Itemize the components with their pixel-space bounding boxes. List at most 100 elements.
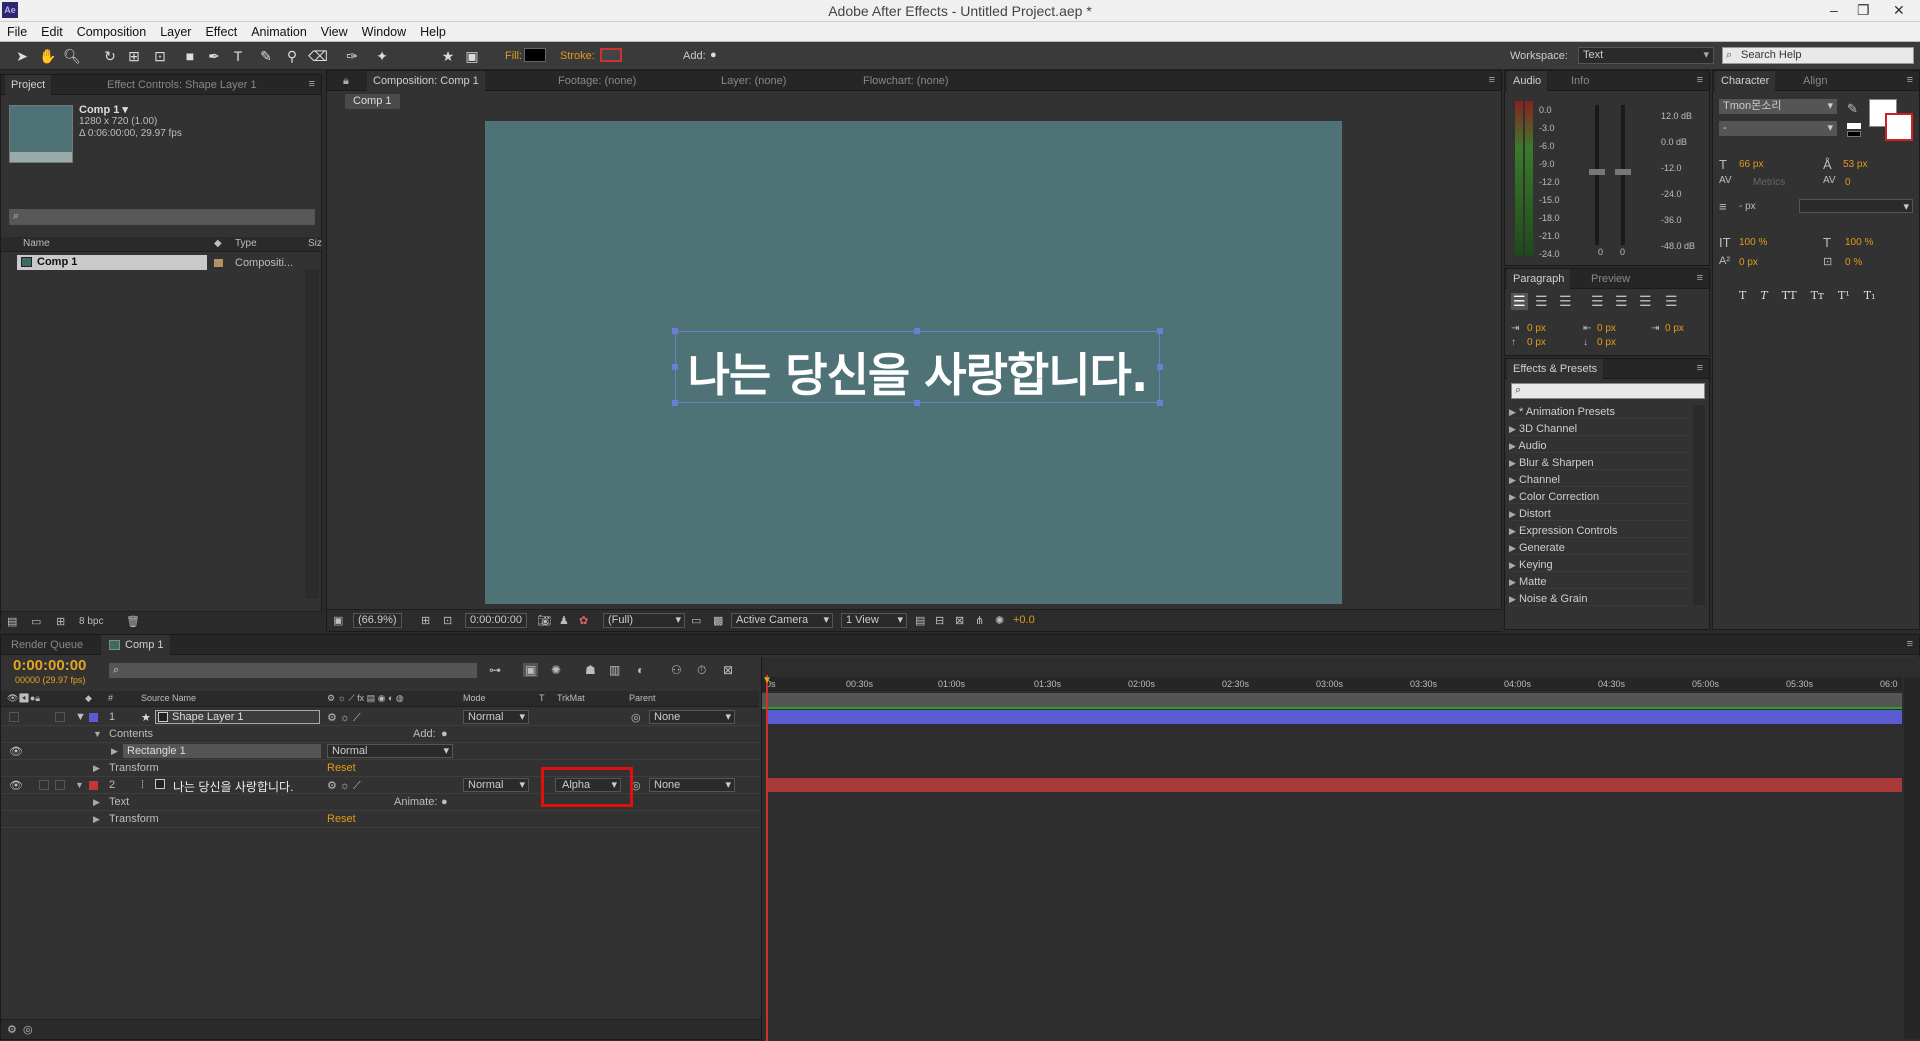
layer-1-duration-bar[interactable]	[766, 710, 1902, 724]
col-number[interactable]: #	[108, 693, 113, 703]
mask-visibility-icon[interactable]: ⊡	[443, 614, 452, 627]
menu-layer[interactable]: Layer	[153, 22, 198, 42]
reset-link[interactable]: Reset	[327, 762, 356, 774]
panel-menu-icon[interactable]: ≡	[1907, 74, 1913, 86]
effects-item[interactable]: ▶ Color Correction	[1509, 490, 1689, 504]
effects-item[interactable]: ▶ * Animation Presets	[1509, 405, 1689, 419]
subscript-button[interactable]: T₁	[1864, 289, 1876, 302]
label-swatch[interactable]	[89, 713, 98, 722]
exposure-icon[interactable]: ✺	[995, 614, 1004, 627]
menu-help[interactable]: Help	[413, 22, 453, 42]
always-preview-icon[interactable]: ▣	[333, 614, 343, 627]
tab-preview[interactable]: Preview	[1585, 269, 1636, 289]
panel-menu-icon[interactable]: ≡	[309, 78, 315, 90]
stroke-swatch[interactable]	[600, 48, 622, 62]
rectangle-name[interactable]: Rectangle 1	[123, 744, 321, 758]
indent-first-value[interactable]: 0 px	[1665, 323, 1684, 334]
playhead-icon[interactable]: ▼	[762, 675, 772, 686]
hide-shy-layers-icon[interactable]: ☗	[585, 663, 596, 677]
audio-slider-left[interactable]	[1595, 105, 1599, 245]
black-swatch[interactable]	[1847, 131, 1861, 137]
brainstorm-icon[interactable]: ⚇	[671, 663, 682, 677]
video-toggle[interactable]	[9, 712, 19, 722]
toggle-pixel-aspect-icon[interactable]: ▤	[915, 614, 925, 627]
effects-item[interactable]: ▶ Generate	[1509, 541, 1689, 555]
exposure-value[interactable]: +0.0	[1013, 614, 1035, 626]
project-search-input[interactable]: ⌕	[9, 209, 315, 225]
expand-icon[interactable]: ▼	[75, 711, 86, 723]
effects-item[interactable]: ▶ 3D Channel	[1509, 422, 1689, 436]
camera-tool-icon[interactable]: ⊞	[124, 46, 144, 66]
rectangle-tool-icon[interactable]: ■	[180, 46, 200, 66]
rotate-tool-icon[interactable]: ↻	[100, 46, 120, 66]
motion-blur-icon[interactable]: ◐	[637, 663, 644, 677]
av-features-icon[interactable]: 👁︎◀︎●🔒︎	[7, 693, 40, 704]
effects-item[interactable]: ▶ Matte	[1509, 575, 1689, 589]
zoom-select[interactable]: (66.9%)	[353, 613, 402, 628]
audio-slider-right[interactable]	[1621, 105, 1625, 245]
timeline-scrollbar[interactable]	[1904, 677, 1920, 1039]
font-size-value[interactable]: 66 px	[1739, 159, 1763, 170]
live-update-icon[interactable]: ▣	[523, 663, 539, 677]
region-of-interest-icon[interactable]: ▭	[691, 614, 701, 627]
panel-menu-icon[interactable]: ≡	[1697, 362, 1703, 374]
leading-value[interactable]: 53 px	[1843, 159, 1867, 170]
col-size[interactable]: Siz	[308, 238, 322, 249]
tab-effects-presets[interactable]: Effects & Presets	[1507, 359, 1604, 379]
stroke-width-value[interactable]: - px	[1739, 201, 1756, 212]
tab-character[interactable]: Character	[1715, 71, 1776, 91]
transparency-grid-icon[interactable]: ▩	[713, 614, 723, 627]
mode-select[interactable]: Normal ▾	[463, 778, 529, 792]
baseline-shift-value[interactable]: 0 px	[1739, 257, 1758, 268]
new-folder-icon[interactable]: ▭	[31, 615, 41, 628]
layer-2-duration-bar[interactable]	[766, 778, 1902, 792]
parent-select[interactable]: None ▾	[649, 778, 735, 792]
eye-icon[interactable]: 👁︎	[9, 745, 23, 758]
brush-tool-icon[interactable]: ✎	[256, 46, 276, 66]
faux-italic-button[interactable]: T	[1760, 289, 1767, 302]
new-comp-icon[interactable]: ⊞	[56, 615, 65, 628]
slider-thumb[interactable]	[1589, 169, 1605, 175]
selection-tool-icon[interactable]: ➤	[12, 46, 32, 66]
effects-item[interactable]: ▶ Audio	[1509, 439, 1689, 453]
pan-behind-tool-icon[interactable]: ⊡	[150, 46, 170, 66]
slider-thumb[interactable]	[1615, 169, 1631, 175]
resolution-select[interactable]: (Full) ▾	[603, 613, 685, 628]
space-after-value[interactable]: 0 px	[1597, 337, 1616, 348]
effects-scrollbar[interactable]	[1693, 405, 1705, 605]
frame-blending-icon[interactable]: ▥	[609, 663, 620, 677]
comp-mini-flowchart-icon[interactable]: ⊶	[489, 663, 501, 677]
align-left-icon[interactable]: ☰	[1511, 293, 1528, 310]
search-help-input[interactable]: ⌕ Search Help	[1722, 47, 1914, 64]
layer-switches-icon[interactable]: ⚙ ☼ ⟋	[327, 711, 361, 725]
label-icon[interactable]: ◆	[214, 238, 222, 249]
bpc-label[interactable]: 8 bpc	[79, 616, 103, 627]
font-style-select[interactable]: - ▾	[1719, 121, 1837, 136]
eyedropper-icon[interactable]: ✎	[1847, 101, 1858, 117]
panel-menu-icon[interactable]: ≡	[1489, 74, 1495, 86]
align-right-icon[interactable]: ☰	[1559, 293, 1572, 310]
reset-link[interactable]: Reset	[327, 813, 356, 825]
view-layout-select[interactable]: 1 View ▾	[841, 613, 907, 628]
justify-all-icon[interactable]: ☰	[1665, 293, 1678, 310]
expand-icon[interactable]: ▼	[93, 729, 102, 739]
handle[interactable]	[672, 328, 678, 334]
faux-bold-button[interactable]: T	[1739, 289, 1746, 302]
space-before-value[interactable]: 0 px	[1527, 337, 1546, 348]
indent-right-value[interactable]: 0 px	[1597, 323, 1616, 334]
justify-right-icon[interactable]: ☰	[1639, 293, 1652, 310]
tab-footage[interactable]: Footage: (none)	[552, 71, 642, 91]
col-parent[interactable]: Parent	[629, 693, 656, 703]
trash-icon[interactable]: 🗑︎	[126, 615, 140, 628]
layer-name-field[interactable]: Shape Layer 1	[155, 710, 320, 724]
panel-menu-icon[interactable]: ≡	[1907, 638, 1913, 650]
horizontal-scale-value[interactable]: 100 %	[1845, 237, 1873, 248]
solo-toggle[interactable]	[39, 780, 49, 790]
tab-align[interactable]: Align	[1797, 71, 1833, 91]
workspace-select[interactable]: Text ▾	[1578, 47, 1714, 64]
tsume-value[interactable]: 0 %	[1845, 257, 1862, 268]
col-t[interactable]: T	[539, 693, 545, 703]
flowchart-icon[interactable]: ⋔	[975, 614, 984, 627]
parent-select[interactable]: None ▾	[649, 710, 735, 724]
zoom-tool-icon[interactable]: 🔍︎	[62, 46, 82, 66]
